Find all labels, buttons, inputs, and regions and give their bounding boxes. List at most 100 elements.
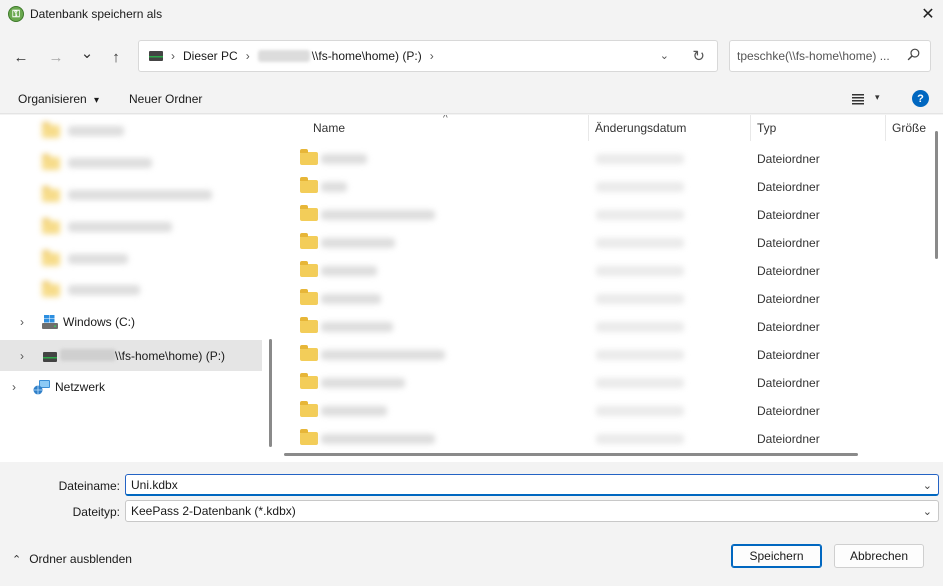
back-button[interactable]: ← [10, 46, 32, 68]
folder-icon [300, 233, 318, 249]
column-divider[interactable] [885, 115, 886, 141]
filename-field[interactable]: Uni.kdbx ⌄ [125, 474, 939, 496]
network-drive-icon [43, 352, 57, 362]
redacted-name [321, 378, 405, 388]
close-button[interactable]: ✕ [913, 0, 943, 28]
redacted-name [321, 182, 347, 192]
file-row[interactable]: Dateiordner [276, 256, 926, 284]
file-row[interactable]: Dateiordner [276, 368, 926, 396]
redacted-label [68, 158, 152, 168]
file-row[interactable]: Dateiordner [276, 312, 926, 340]
column-header-label: Größe [892, 121, 927, 135]
file-row[interactable]: Dateiordner [276, 172, 926, 200]
network-icon [33, 380, 50, 395]
column-divider[interactable] [750, 115, 751, 141]
folder-icon [300, 401, 318, 417]
search-input[interactable]: tpeschke(\\fs-home\home) ... [737, 49, 903, 63]
address-bar[interactable]: › Dieser PC › \\fs-home\home) (P:) › ⌄ ↻ [138, 40, 718, 72]
sidebar-item-label: Windows (C:) [63, 315, 136, 329]
file-row[interactable]: Dateiordner [276, 284, 926, 312]
sidebar-item-redacted[interactable] [0, 276, 262, 304]
organize-button[interactable]: Organisieren ▾ [18, 92, 99, 106]
expand-chevron-icon[interactable]: › [20, 315, 24, 329]
filetype-select[interactable]: KeePass 2-Datenbank (*.kdbx) ⌄ [125, 500, 939, 522]
navigation-pane[interactable]: › Windows (C:) › \\fs-home\home) (P:) › … [0, 115, 276, 462]
expand-chevron-icon[interactable]: › [20, 349, 24, 363]
address-dropdown-button[interactable]: ⌄ [660, 49, 669, 62]
redacted-date [596, 154, 684, 164]
file-row[interactable]: Dateiordner [276, 424, 926, 452]
column-header-name[interactable]: Name [313, 115, 345, 141]
file-list-vertical-scrollbar[interactable] [935, 131, 938, 259]
redacted-date [596, 406, 684, 416]
file-row[interactable]: Dateiordner [276, 396, 926, 424]
breadcrumb-this-pc[interactable]: Dieser PC [183, 49, 238, 63]
sidebar-item-redacted[interactable] [0, 213, 262, 241]
file-type: Dateiordner [757, 376, 820, 390]
filetype-value: KeePass 2-Datenbank (*.kdbx) [131, 504, 296, 518]
sidebar-scrollbar[interactable] [269, 339, 272, 447]
new-folder-button[interactable]: Neuer Ordner [129, 92, 202, 106]
folder-icon [42, 280, 60, 297]
folder-icon [300, 345, 318, 361]
up-button[interactable]: ↑ [105, 46, 127, 68]
hide-folders-label: Ordner ausblenden [29, 552, 132, 566]
file-row[interactable]: Dateiordner [276, 200, 926, 228]
breadcrumb-separator: › [171, 49, 175, 63]
sidebar-item-network-drive-p[interactable]: › \\fs-home\home) (P:) [0, 340, 262, 371]
caret-down-icon: ▾ [94, 95, 100, 106]
redacted-username [257, 50, 310, 62]
search-icon[interactable] [907, 48, 920, 61]
column-divider[interactable] [588, 115, 589, 141]
file-row[interactable]: Dateiordner [276, 144, 926, 172]
column-header-size[interactable]: Größe [892, 115, 926, 141]
column-header-date[interactable]: Änderungsdatum [595, 115, 686, 141]
windows-drive-icon [42, 315, 58, 329]
view-options-icon[interactable] [851, 92, 865, 106]
sidebar-item-redacted[interactable] [0, 245, 262, 273]
chevron-down-icon: ⌄ [80, 45, 94, 62]
redacted-date [596, 350, 684, 360]
file-row[interactable]: Dateiordner [276, 228, 926, 256]
filename-value: Uni.kdbx [131, 477, 178, 492]
redacted-date [596, 266, 684, 276]
cancel-button[interactable]: Abbrechen [834, 544, 924, 568]
chevron-down-icon[interactable]: ⌄ [923, 479, 932, 492]
view-caret-icon[interactable]: ▾ [875, 92, 880, 103]
sidebar-item-redacted[interactable] [0, 117, 262, 145]
search-box[interactable]: tpeschke(\\fs-home\home) ... [729, 40, 931, 72]
save-button[interactable]: Speichern [731, 544, 822, 568]
sidebar-item-windows-c[interactable]: › Windows (C:) [0, 308, 262, 336]
redacted-name [321, 322, 393, 332]
expand-chevron-icon[interactable]: › [12, 380, 16, 394]
file-type: Dateiordner [757, 208, 820, 222]
column-header-label: Änderungsdatum [595, 121, 687, 135]
redacted-folder [42, 249, 128, 266]
sidebar-item-network[interactable]: › Netzwerk [0, 373, 262, 401]
folder-icon [300, 149, 318, 165]
close-icon: ✕ [921, 6, 935, 23]
folder-icon [42, 249, 60, 266]
redacted-name [321, 350, 445, 360]
breadcrumb-drive[interactable]: \\fs-home\home) (P:) [257, 49, 422, 63]
sidebar-item-redacted[interactable] [0, 149, 262, 177]
file-list-horizontal-scrollbar[interactable] [284, 453, 858, 456]
redacted-name [321, 238, 395, 248]
chevron-down-icon[interactable]: ⌄ [923, 505, 932, 518]
redacted-name [321, 294, 381, 304]
file-row[interactable]: Dateiordner [276, 340, 926, 368]
redacted-folder [42, 121, 124, 138]
redacted-label [68, 126, 124, 136]
refresh-button[interactable]: ↻ [692, 47, 705, 65]
forward-button[interactable]: → [45, 46, 67, 68]
help-icon[interactable]: ? [912, 90, 929, 107]
hide-folders-toggle[interactable]: ⌃ Ordner ausblenden [12, 552, 132, 566]
file-list[interactable]: Name ^ Änderungsdatum Typ Größe Dateiord… [276, 115, 943, 462]
column-header-type[interactable]: Typ [757, 115, 776, 141]
folder-icon [300, 289, 318, 305]
folder-icon [300, 261, 318, 277]
sidebar-item-redacted[interactable] [0, 181, 262, 209]
recent-locations-button[interactable]: ⌄ [76, 42, 98, 64]
arrow-left-icon: ← [13, 48, 29, 66]
redacted-date [596, 434, 684, 444]
